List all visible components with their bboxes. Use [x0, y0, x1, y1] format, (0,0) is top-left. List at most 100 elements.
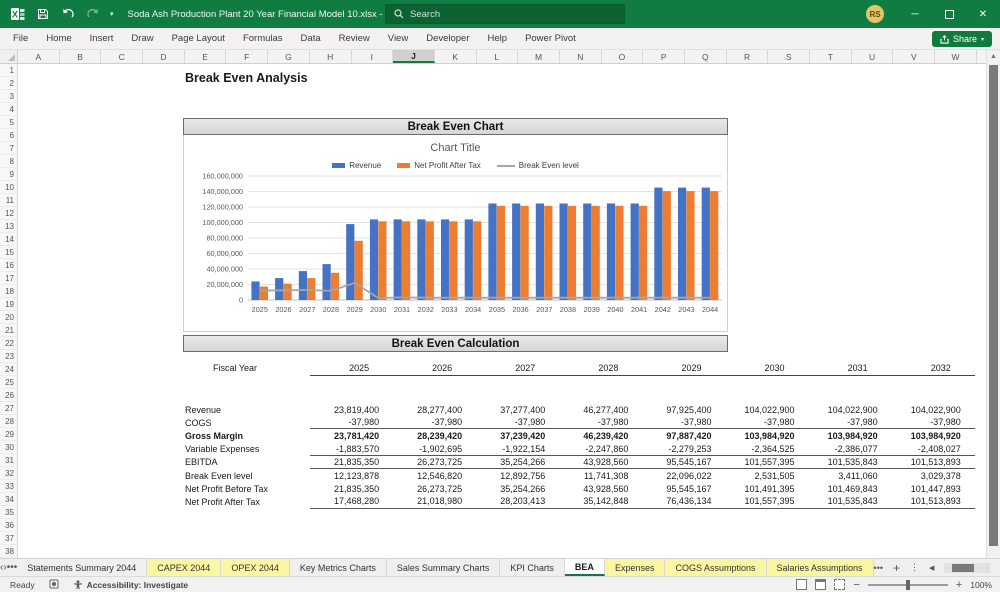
redo-icon[interactable]: [85, 6, 101, 22]
row-header-13[interactable]: 13: [0, 220, 17, 233]
horizontal-scrollbar[interactable]: [944, 562, 991, 573]
row-header-36[interactable]: 36: [0, 519, 17, 532]
row-header-32[interactable]: 32: [0, 467, 17, 480]
row-header-23[interactable]: 23: [0, 350, 17, 363]
column-header-a[interactable]: A: [18, 50, 60, 63]
year-header-2028[interactable]: 2028: [559, 360, 643, 376]
cell-value[interactable]: 21,835,350: [310, 484, 393, 494]
column-header-u[interactable]: U: [851, 50, 894, 63]
row-header-17[interactable]: 17: [0, 272, 17, 285]
column-header-e[interactable]: E: [184, 50, 227, 63]
zoom-out-icon[interactable]: −: [853, 579, 859, 591]
row-header-35[interactable]: 35: [0, 506, 17, 519]
cell-value[interactable]: 3,029,378: [892, 471, 975, 481]
tab-options-icon[interactable]: ⋮: [910, 562, 919, 573]
row-header-22[interactable]: 22: [0, 337, 17, 350]
row-header-2[interactable]: 2: [0, 77, 17, 90]
column-header-i[interactable]: I: [351, 50, 394, 63]
cell-value[interactable]: -37,980: [642, 416, 726, 430]
cell-value[interactable]: -2,408,027: [891, 443, 975, 456]
row-header-1[interactable]: 1: [0, 64, 17, 77]
column-header-b[interactable]: B: [59, 50, 102, 63]
cell-value[interactable]: -37,980: [808, 416, 892, 430]
cell-value[interactable]: -37,980: [891, 416, 975, 430]
ribbon-tab-view[interactable]: View: [379, 28, 417, 49]
cell-value[interactable]: 103,984,920: [809, 431, 892, 441]
cell-value[interactable]: 101,535,843: [808, 456, 892, 469]
normal-view-icon[interactable]: [796, 579, 808, 590]
sheet-tab-opex-2044[interactable]: OPEX 2044: [221, 559, 290, 576]
cell-value[interactable]: -1,902,695: [393, 443, 477, 456]
column-header-l[interactable]: L: [476, 50, 519, 63]
vertical-scrollbar[interactable]: ▲: [986, 50, 1000, 558]
select-all-corner[interactable]: [0, 50, 18, 63]
cell-value[interactable]: 23,781,420: [310, 431, 393, 441]
tabs-more-icon[interactable]: •••: [7, 559, 18, 576]
vertical-scrollbar-thumb[interactable]: [989, 65, 998, 546]
row-header-31[interactable]: 31: [0, 454, 17, 467]
minimize-button[interactable]: ─: [898, 0, 932, 28]
ribbon-tab-help[interactable]: Help: [479, 28, 517, 49]
column-header-k[interactable]: K: [434, 50, 477, 63]
cell-value[interactable]: 43,928,560: [559, 456, 643, 469]
column-header-s[interactable]: S: [768, 50, 811, 63]
row-header-26[interactable]: 26: [0, 389, 17, 402]
qat-customize-icon[interactable]: ▾: [110, 11, 114, 18]
row-header-15[interactable]: 15: [0, 246, 17, 259]
row-header-34[interactable]: 34: [0, 493, 17, 506]
column-header-g[interactable]: G: [268, 50, 310, 63]
more-sheets-icon[interactable]: •••: [874, 563, 883, 573]
cell-value[interactable]: -37,980: [725, 416, 809, 430]
row-header-4[interactable]: 4: [0, 103, 17, 116]
year-header-2030[interactable]: 2030: [725, 360, 809, 376]
cell-value[interactable]: 76,436,134: [642, 495, 726, 509]
macro-record-icon[interactable]: [49, 579, 59, 591]
year-header-2026[interactable]: 2026: [393, 360, 477, 376]
cell-value[interactable]: 95,545,167: [642, 484, 725, 494]
row-header-3[interactable]: 3: [0, 90, 17, 103]
row-header-5[interactable]: 5: [0, 116, 17, 129]
column-header-w[interactable]: W: [935, 50, 977, 63]
year-header-2031[interactable]: 2031: [808, 360, 892, 376]
row-header-11[interactable]: 11: [0, 194, 17, 207]
cell-value[interactable]: -37,980: [476, 416, 560, 430]
page-break-view-icon[interactable]: [834, 579, 846, 590]
cell-value[interactable]: 26,273,725: [393, 456, 477, 469]
cell-value[interactable]: 101,535,843: [808, 495, 892, 509]
cell-value[interactable]: -37,980: [310, 416, 394, 430]
cell-value[interactable]: 101,557,395: [725, 495, 809, 509]
column-header-j[interactable]: J: [393, 50, 435, 63]
ribbon-tab-power-pivot[interactable]: Power Pivot: [516, 28, 585, 49]
new-sheet-button[interactable]: +: [893, 561, 900, 575]
cell-value[interactable]: 95,545,167: [642, 456, 726, 469]
row-header-24[interactable]: 24: [0, 363, 17, 376]
cell-value[interactable]: 97,887,420: [642, 431, 725, 441]
cell-value[interactable]: -37,980: [559, 416, 643, 430]
cell-value[interactable]: 28,203,413: [476, 495, 560, 509]
avatar[interactable]: RS: [866, 5, 884, 23]
row-header-14[interactable]: 14: [0, 233, 17, 246]
row-header-27[interactable]: 27: [0, 402, 17, 415]
ribbon-tab-file[interactable]: File: [4, 28, 37, 49]
sheet-tab-kpi-charts[interactable]: KPI Charts: [500, 559, 565, 576]
row-header-21[interactable]: 21: [0, 324, 17, 337]
cell-value[interactable]: 11,741,308: [559, 471, 642, 481]
cell-value[interactable]: 12,892,756: [476, 471, 559, 481]
cell-value[interactable]: 35,254,266: [476, 456, 560, 469]
row-header-9[interactable]: 9: [0, 168, 17, 181]
cell-value[interactable]: 2,531,505: [725, 471, 808, 481]
ribbon-tab-draw[interactable]: Draw: [122, 28, 162, 49]
cell-value[interactable]: 21,018,980: [393, 495, 477, 509]
cell-value[interactable]: 46,239,420: [559, 431, 642, 441]
ribbon-tab-review[interactable]: Review: [330, 28, 379, 49]
cell-value[interactable]: 101,447,893: [892, 484, 975, 494]
cell-value[interactable]: 103,984,920: [725, 431, 808, 441]
cell-value[interactable]: 101,557,395: [725, 456, 809, 469]
cell-value[interactable]: 37,277,400: [476, 405, 559, 415]
cell-value[interactable]: 12,546,820: [393, 471, 476, 481]
cell-value[interactable]: -1,922,154: [476, 443, 560, 456]
sheet-tab-cogs-assumptions[interactable]: COGS Assumptions: [665, 559, 767, 576]
ribbon-tab-data[interactable]: Data: [292, 28, 330, 49]
ribbon-tab-insert[interactable]: Insert: [81, 28, 123, 49]
restore-button[interactable]: [932, 0, 966, 28]
